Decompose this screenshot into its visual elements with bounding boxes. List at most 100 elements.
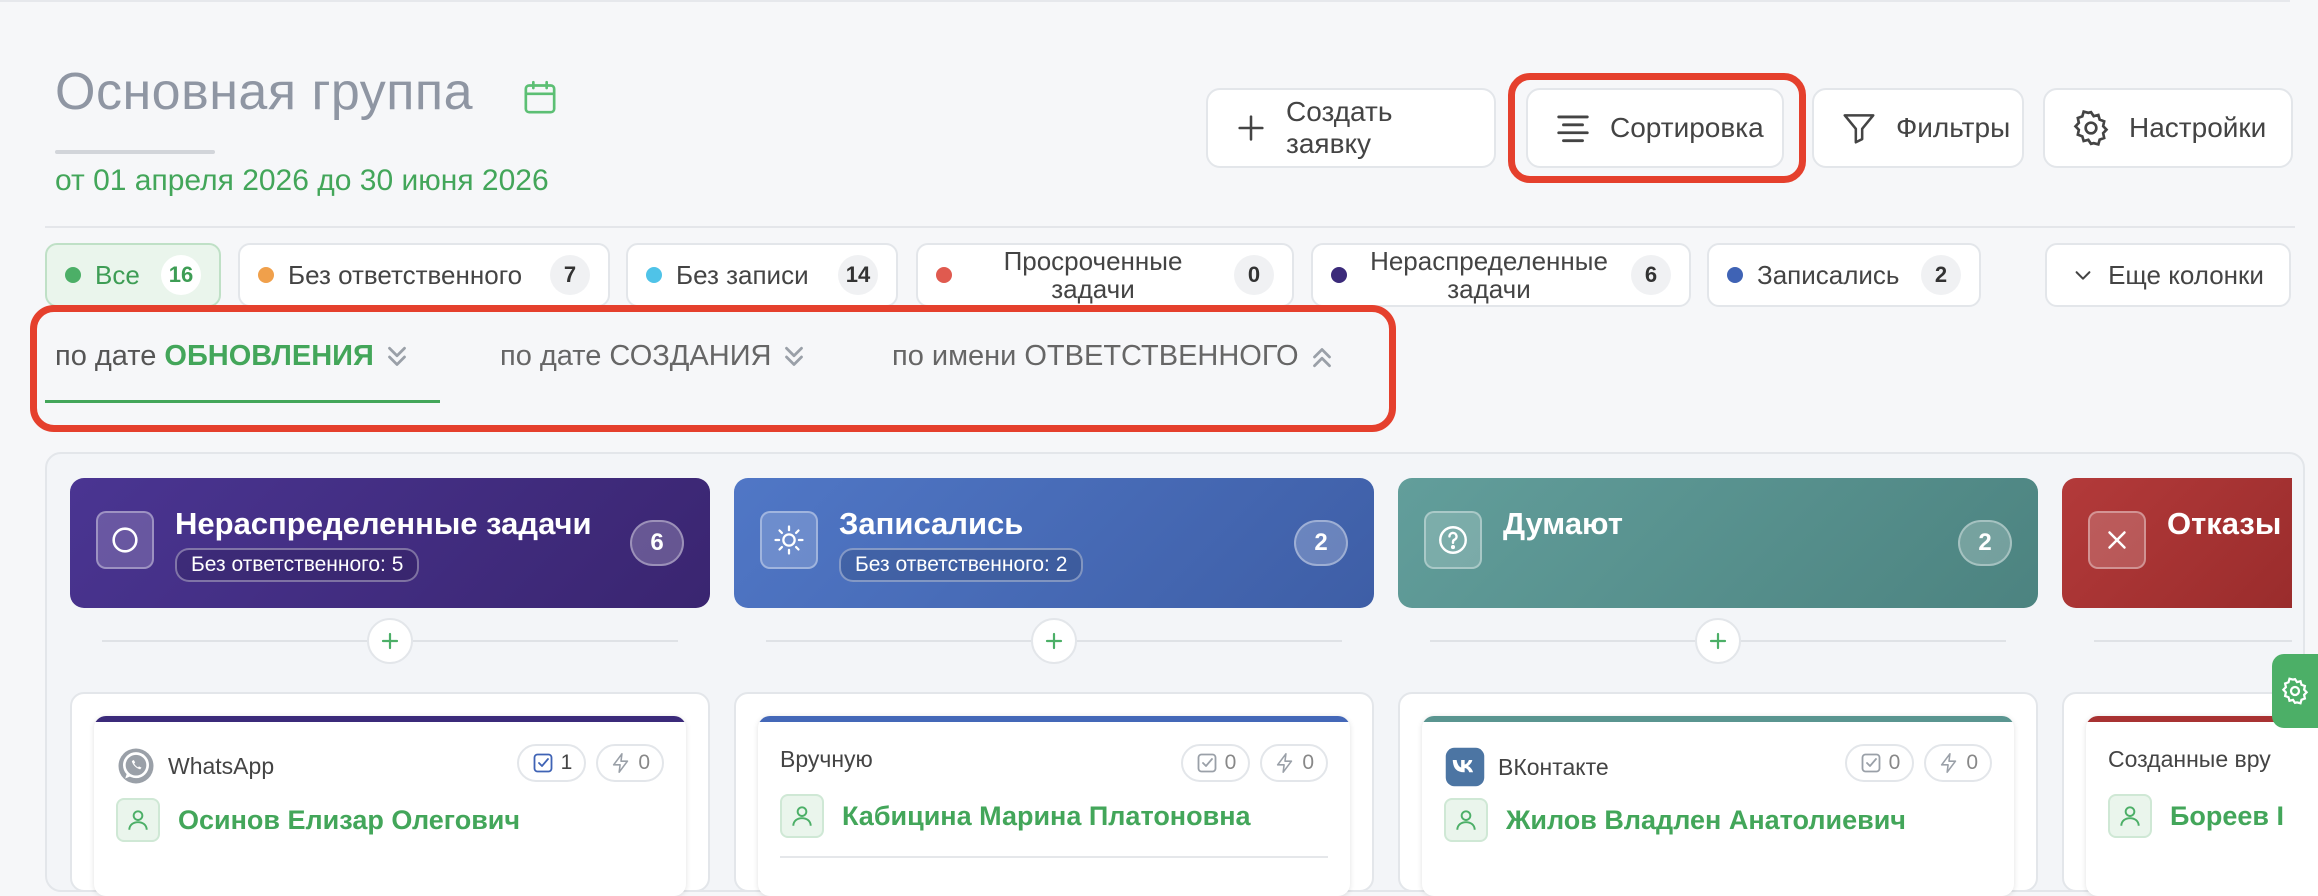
events-counter[interactable]: 0 (1260, 744, 1328, 782)
filters-button[interactable]: Фильтры (1812, 88, 2024, 168)
sort-by-created[interactable]: по дате СОЗДАНИЯ (500, 340, 809, 373)
date-range[interactable]: от 01 апреля 2026 до 30 июня 2026 (55, 164, 549, 198)
card-source: Созданные вру (2108, 746, 2271, 773)
chip-overdue-tasks[interactable]: Просроченные задачи 0 (916, 243, 1294, 307)
sort-field: ОТВЕТСТВЕННОГО (1024, 340, 1299, 372)
chip-all[interactable]: Все 16 (45, 243, 221, 307)
column-header-booked[interactable]: Записались Без ответственного: 2 2 (734, 478, 1374, 608)
card-stats: 1 0 (516, 744, 664, 782)
sort-field: ОБНОВЛЕНИЯ (164, 340, 374, 372)
add-card-button[interactable] (367, 618, 413, 664)
card-color-bar (94, 716, 686, 722)
settings-button[interactable]: Настройки (2043, 88, 2293, 168)
client-name: Кабицина Марина Платоновна (842, 800, 1251, 831)
card-stats: 0 0 (1180, 744, 1328, 782)
status-dot (646, 267, 662, 283)
column-subtitle: Без ответственного: 2 (839, 548, 1084, 582)
user-icon (2108, 794, 2152, 838)
column-title: Нераспределенные задачи (175, 506, 592, 541)
checkbox-icon (1197, 753, 1217, 773)
card-color-bar (1422, 716, 2014, 722)
sort-button[interactable]: Сортировка (1526, 88, 1784, 168)
settings-label: Настройки (2129, 112, 2267, 143)
plus-icon (1238, 115, 1264, 141)
lead-card[interactable]: ВКонтакте 0 0 Жилов Владлен Анатолиевич (1422, 716, 2014, 896)
create-request-label: Создать заявку (1286, 96, 1393, 159)
events-counter[interactable]: 0 (1924, 744, 1992, 782)
card-client[interactable]: Осинов Елизар Олегович (116, 798, 520, 842)
status-dot (1727, 267, 1743, 283)
client-name: Осинов Елизар Олегович (178, 804, 521, 835)
chip-count: 2 (1921, 255, 1961, 295)
tasks-count: 0 (1224, 751, 1237, 774)
sort-prefix: по дате (55, 340, 157, 372)
sort-by-responsible[interactable]: по имени ОТВЕТСТВЕННОГО (892, 340, 1337, 373)
chip-count: 14 (838, 255, 878, 295)
chip-count: 0 (1234, 255, 1274, 295)
tasks-counter[interactable]: 1 (516, 744, 587, 782)
column-divider (2094, 640, 2292, 642)
lead-card[interactable]: Созданные вру Бореев I (2086, 716, 2318, 896)
chip-label: Просроченные задачи (1003, 246, 1183, 304)
whatsapp-icon (118, 748, 154, 784)
lead-card[interactable]: Вручную 0 0 Кабицина Марина Платоновна (758, 716, 1350, 896)
card-source: WhatsApp (116, 746, 274, 786)
header-divider (45, 226, 2295, 228)
calendar-icon[interactable] (520, 78, 560, 118)
chevron-down-icon (2075, 271, 2091, 280)
sort-field: СОЗДАНИЯ (609, 340, 772, 372)
events-count: 0 (1966, 751, 1978, 774)
column-header-thinking[interactable]: Думают 2 (1398, 478, 2038, 608)
column-header-unassigned[interactable]: Нераспределенные задачи Без ответственно… (70, 478, 710, 608)
card-client[interactable]: Бореев I (2108, 794, 2284, 838)
chip-count: 7 (550, 255, 590, 295)
column-title: Записались (839, 506, 1024, 541)
card-client[interactable]: Жилов Владлен Анатолиевич (1444, 798, 1906, 842)
card-source-label: ВКонтакте (1498, 753, 1609, 780)
double-chevron-down-icon (387, 346, 406, 366)
tasks-counter[interactable]: 0 (1180, 744, 1251, 782)
sort-prefix: по дате (500, 340, 602, 372)
add-card-button[interactable] (1031, 618, 1077, 664)
double-chevron-down-icon (785, 346, 804, 366)
lead-card[interactable]: WhatsApp 1 0 Осинов Елизар Олегович (94, 716, 686, 896)
card-source-label: Вручную (780, 746, 873, 772)
chip-label: Записались (1757, 259, 1900, 290)
column-count: 6 (630, 520, 684, 566)
chip-no-booking[interactable]: Без записи 14 (626, 243, 898, 307)
sun-icon (760, 511, 818, 569)
column-count: 2 (1294, 520, 1348, 566)
tasks-count: 1 (560, 751, 573, 774)
card-source-label: WhatsApp (168, 752, 275, 779)
gear-icon (2073, 110, 2109, 146)
create-request-button[interactable]: Создать заявку (1206, 88, 1496, 168)
events-count: 0 (1302, 751, 1314, 774)
title-underline (55, 150, 215, 154)
chip-booked[interactable]: Записались 2 (1707, 243, 1981, 307)
sort-prefix: по имени (892, 340, 1017, 372)
plus-icon (381, 632, 399, 650)
sort-by-updated[interactable]: по дате ОБНОВЛЕНИЯ (55, 340, 412, 373)
events-counter[interactable]: 0 (596, 744, 664, 782)
add-card-button[interactable] (1695, 618, 1741, 664)
tasks-counter[interactable]: 0 (1844, 744, 1915, 782)
more-columns-button[interactable]: Еще колонки (2045, 243, 2291, 307)
vk-icon (1445, 747, 1485, 787)
card-divider (780, 856, 1328, 858)
checkbox-icon (533, 753, 553, 773)
card-source: ВКонтакте (1444, 746, 1609, 788)
chip-unassigned-tasks[interactable]: Нераспределенные задачи 6 (1311, 243, 1691, 307)
column-title: Отказы (2167, 506, 2282, 541)
column-subtitle: Без ответственного: 5 (175, 548, 420, 582)
events-count: 0 (638, 751, 650, 774)
circle-icon (96, 511, 154, 569)
chip-no-responsible[interactable]: Без ответственного 7 (238, 243, 610, 307)
chip-label: Без записи (676, 259, 809, 290)
status-dot (258, 267, 274, 283)
card-client[interactable]: Кабицина Марина Платоновна (780, 794, 1251, 838)
floating-settings-tab[interactable] (2272, 654, 2318, 728)
card-source-label: Созданные вру (2108, 746, 2271, 772)
card-color-bar (758, 716, 1350, 722)
column-header-refusals[interactable]: Отказы (2062, 478, 2292, 608)
chip-count: 6 (1631, 255, 1671, 295)
